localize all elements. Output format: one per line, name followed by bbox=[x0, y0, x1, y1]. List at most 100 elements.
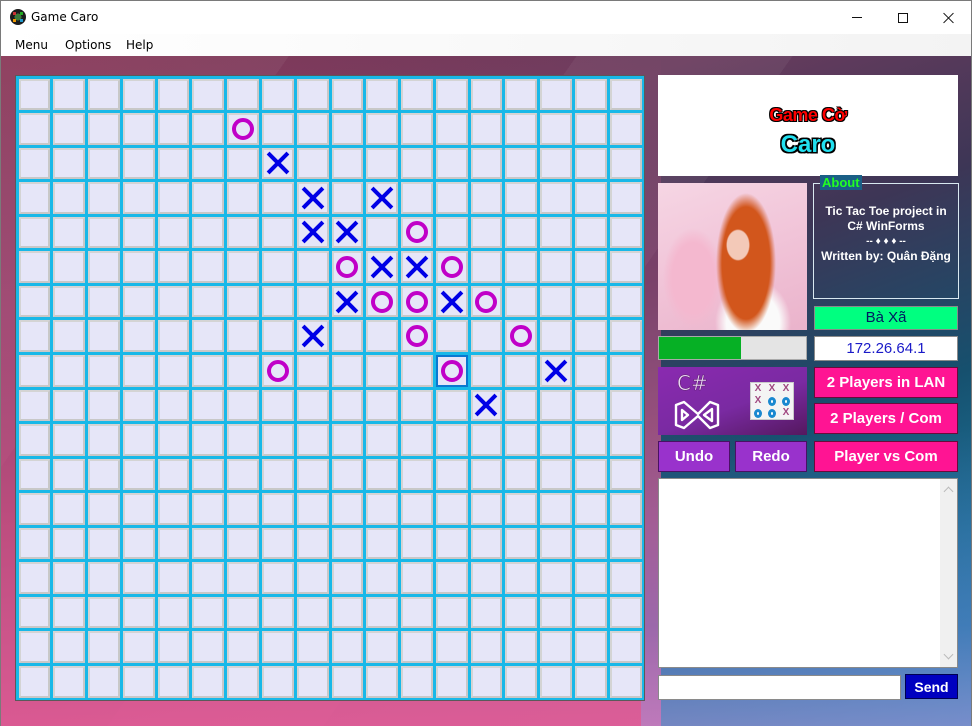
board-cell[interactable] bbox=[470, 78, 503, 111]
board-cell[interactable] bbox=[261, 78, 294, 111]
lan-mode-button[interactable]: 2 Players in LAN bbox=[814, 367, 958, 398]
board-cell[interactable] bbox=[261, 665, 294, 698]
board-cell[interactable] bbox=[157, 562, 190, 594]
board-cell[interactable] bbox=[157, 665, 190, 698]
board-cell[interactable] bbox=[505, 182, 538, 214]
board-cell[interactable] bbox=[261, 320, 294, 352]
board-cell[interactable] bbox=[574, 216, 607, 249]
board-cell[interactable] bbox=[192, 665, 225, 698]
board-cell[interactable] bbox=[157, 320, 190, 352]
board-cell[interactable] bbox=[470, 320, 503, 352]
board-cell[interactable] bbox=[122, 665, 155, 698]
board-cell[interactable] bbox=[574, 527, 607, 560]
board-cell[interactable] bbox=[88, 113, 120, 145]
board-cell[interactable] bbox=[331, 285, 364, 318]
board-cell[interactable] bbox=[261, 424, 294, 456]
board-cell[interactable] bbox=[53, 182, 86, 214]
board-cell[interactable] bbox=[122, 285, 155, 318]
board-cell[interactable] bbox=[88, 424, 120, 456]
board-cell[interactable] bbox=[192, 182, 225, 214]
board-cell[interactable] bbox=[18, 182, 51, 214]
board-cell[interactable] bbox=[53, 147, 86, 180]
board-cell[interactable] bbox=[296, 665, 329, 698]
board-cell[interactable] bbox=[574, 285, 607, 318]
board-cell[interactable] bbox=[227, 78, 259, 111]
board-cell[interactable] bbox=[88, 493, 120, 525]
board-cell[interactable] bbox=[470, 182, 503, 214]
board-cell[interactable] bbox=[505, 78, 538, 111]
board-cell[interactable] bbox=[331, 78, 364, 111]
board-cell[interactable] bbox=[574, 320, 607, 352]
board-cell[interactable] bbox=[18, 147, 51, 180]
board-cell[interactable] bbox=[18, 389, 51, 422]
message-input[interactable] bbox=[658, 675, 901, 700]
board-cell[interactable] bbox=[401, 458, 433, 491]
board-cell[interactable] bbox=[470, 424, 503, 456]
board-cell[interactable] bbox=[331, 493, 364, 525]
board-cell[interactable] bbox=[609, 562, 642, 594]
board-cell[interactable] bbox=[435, 216, 468, 249]
board-cell[interactable] bbox=[157, 182, 190, 214]
board-cell[interactable] bbox=[540, 665, 572, 698]
board-cell[interactable] bbox=[157, 216, 190, 249]
board-cell[interactable] bbox=[574, 596, 607, 629]
board-cell[interactable] bbox=[401, 665, 433, 698]
board-cell[interactable] bbox=[505, 216, 538, 249]
board-cell[interactable] bbox=[331, 596, 364, 629]
board-cell[interactable] bbox=[261, 389, 294, 422]
board-cell[interactable] bbox=[401, 596, 433, 629]
board-cell[interactable] bbox=[331, 113, 364, 145]
board-cell[interactable] bbox=[192, 389, 225, 422]
board-cell[interactable] bbox=[435, 527, 468, 560]
board-cell[interactable] bbox=[227, 320, 259, 352]
board-cell[interactable] bbox=[227, 527, 259, 560]
board-cell[interactable] bbox=[227, 389, 259, 422]
board-cell[interactable] bbox=[540, 113, 572, 145]
board-cell[interactable] bbox=[470, 389, 503, 422]
board-cell[interactable] bbox=[296, 320, 329, 352]
board-cell[interactable] bbox=[609, 251, 642, 283]
board-cell[interactable] bbox=[435, 113, 468, 145]
board-cell[interactable] bbox=[88, 389, 120, 422]
close-button[interactable] bbox=[926, 1, 972, 34]
board-cell[interactable] bbox=[296, 78, 329, 111]
board-cell[interactable] bbox=[53, 216, 86, 249]
board-cell[interactable] bbox=[435, 78, 468, 111]
board-cell[interactable] bbox=[435, 458, 468, 491]
board-cell[interactable] bbox=[296, 631, 329, 663]
board-cell[interactable] bbox=[296, 562, 329, 594]
board-cell[interactable] bbox=[296, 216, 329, 249]
board-cell[interactable] bbox=[53, 389, 86, 422]
board-cell[interactable] bbox=[540, 596, 572, 629]
board-cell[interactable] bbox=[366, 354, 399, 387]
board-cell[interactable] bbox=[540, 182, 572, 214]
board-cell[interactable] bbox=[366, 147, 399, 180]
board-cell[interactable] bbox=[53, 596, 86, 629]
board-cell[interactable] bbox=[122, 493, 155, 525]
board-cell[interactable] bbox=[540, 631, 572, 663]
board-cell[interactable] bbox=[505, 527, 538, 560]
board-cell[interactable] bbox=[227, 424, 259, 456]
board-cell[interactable] bbox=[331, 562, 364, 594]
board-cell[interactable] bbox=[540, 389, 572, 422]
board-cell[interactable] bbox=[540, 216, 572, 249]
board-cell[interactable] bbox=[609, 527, 642, 560]
send-button[interactable]: Send bbox=[905, 674, 958, 699]
board-cell[interactable] bbox=[18, 113, 51, 145]
title-bar[interactable]: Game Caro bbox=[1, 1, 971, 34]
board-cell[interactable] bbox=[296, 354, 329, 387]
ip-address-field[interactable]: 172.26.64.1 bbox=[814, 336, 958, 361]
board-cell[interactable] bbox=[609, 354, 642, 387]
board-cell[interactable] bbox=[157, 285, 190, 318]
board-cell[interactable] bbox=[192, 354, 225, 387]
board-cell[interactable] bbox=[366, 631, 399, 663]
board-cell[interactable] bbox=[192, 320, 225, 352]
board-cell[interactable] bbox=[435, 424, 468, 456]
board-cell[interactable] bbox=[88, 354, 120, 387]
board-cell[interactable] bbox=[331, 320, 364, 352]
board-cell[interactable] bbox=[227, 216, 259, 249]
board-cell[interactable] bbox=[366, 285, 399, 318]
board-cell[interactable] bbox=[296, 527, 329, 560]
board-cell[interactable] bbox=[331, 354, 364, 387]
board-cell[interactable] bbox=[53, 78, 86, 111]
